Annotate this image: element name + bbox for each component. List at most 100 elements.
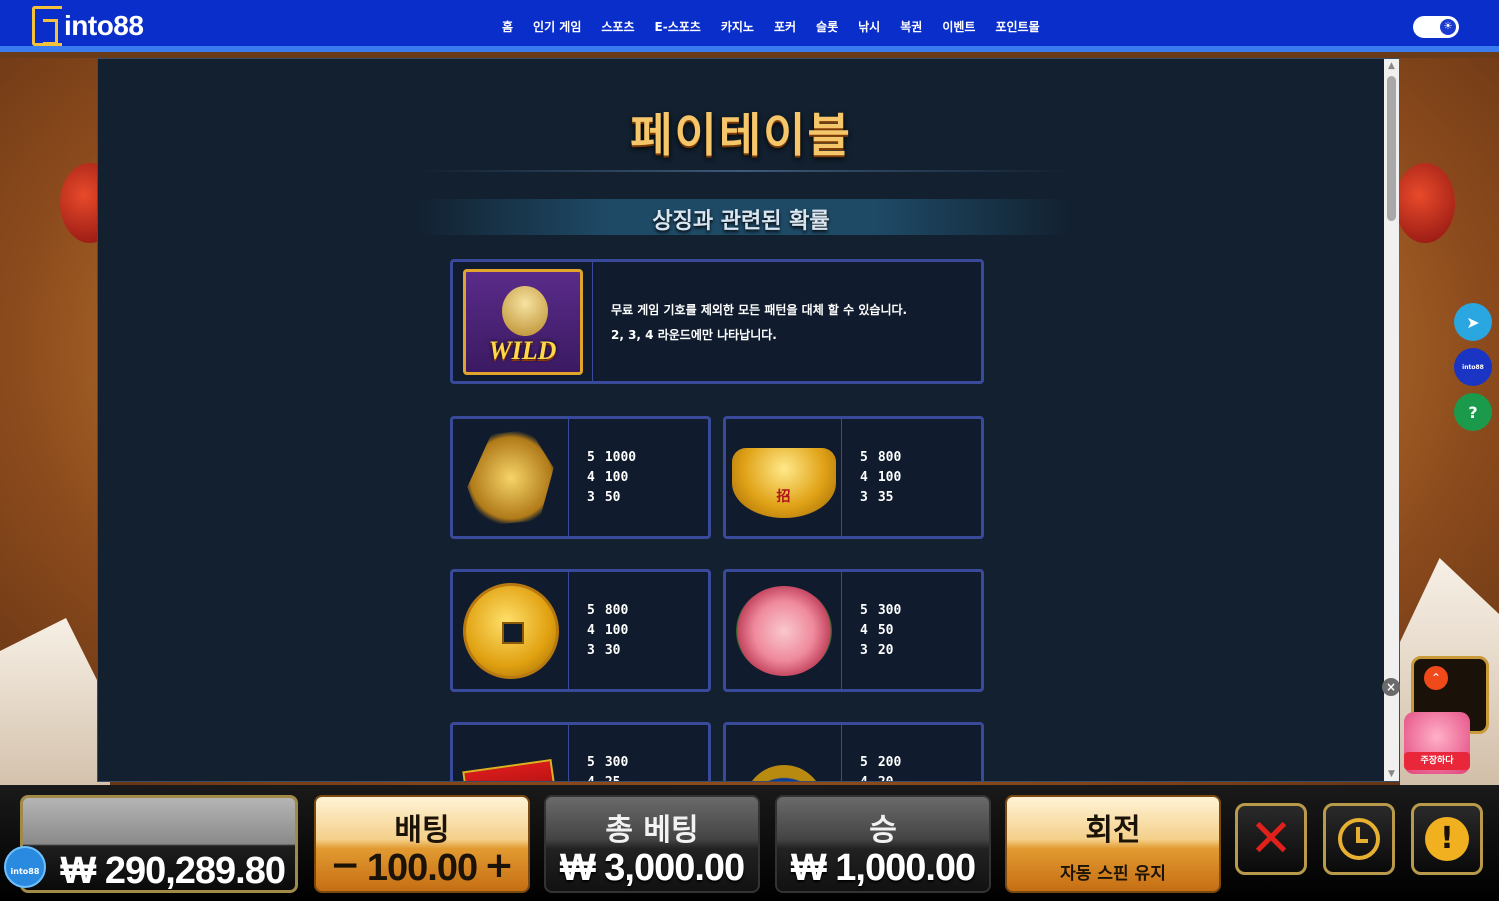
payout-count: 5 <box>860 755 868 770</box>
payout-count: 4 <box>587 775 595 781</box>
payout-row: 5 300 <box>587 755 708 770</box>
wild-symbol-image: WILD <box>453 262 593 381</box>
close-icon: ✕ <box>1249 809 1293 869</box>
telegram-icon[interactable]: ➤ <box>1454 303 1492 341</box>
win-value: ₩ 1,000.00 <box>790 847 976 889</box>
into88-floating-label: into88 <box>10 867 40 876</box>
nav-slots[interactable]: 슬롯 <box>806 18 848 35</box>
payout-count: 5 <box>860 450 868 465</box>
auto-spin-hold-label: 자동 스핀 유지 <box>1060 864 1166 884</box>
wild-icon: WILD <box>462 268 583 375</box>
win-panel: 승 ₩ 1,000.00 <box>775 795 991 893</box>
nav-home[interactable]: 홈 <box>492 18 523 35</box>
section-title: 상징과 관련된 확률 <box>652 209 830 234</box>
claim-gift-label[interactable]: 주장하다 <box>1404 752 1470 770</box>
payout-row: 4 100 <box>587 623 708 638</box>
chat-support-icon[interactable]: ? <box>1454 393 1492 431</box>
main-nav: 홈 인기 게임 스포츠 E-스포츠 카지노 포커 슬롯 낚시 복권 이벤트 포인… <box>492 18 1050 35</box>
symbol-card-peony: 5 300 4 50 3 20 <box>723 569 984 692</box>
scroll-up-arrow-icon[interactable]: ▲ <box>1384 59 1399 73</box>
peony-icon <box>735 585 832 676</box>
payout-row: 4 25 <box>587 775 708 781</box>
wild-description-line: 무료 게임 기호를 제외한 모든 패턴을 대체 할 수 있습니다. <box>611 302 908 317</box>
top-navigation-bar: into88 홈 인기 게임 스포츠 E-스포츠 카지노 포커 슬롯 낚시 복권… <box>0 0 1499 52</box>
payout-value: 20 <box>878 775 894 781</box>
payout-row: 4 50 <box>860 623 981 638</box>
payout-row: 3 30 <box>587 643 708 658</box>
symbol-image <box>453 725 569 781</box>
close-game-button[interactable]: ✕ <box>1235 803 1307 875</box>
symbol-card-gold-coin: 5 800 4 100 3 30 <box>450 569 711 692</box>
payout-count: 4 <box>587 623 595 638</box>
payout-count: 4 <box>860 775 868 781</box>
total-bet-value: ₩ 3,000.00 <box>559 847 745 889</box>
payout-value: 35 <box>877 490 894 505</box>
close-overlay-icon[interactable]: × <box>1382 678 1400 696</box>
symbol-payouts: 5 200 4 20 <box>842 725 981 781</box>
wild-symbol-card: WILD 무료 게임 기호를 제외한 모든 패턴을 대체 할 수 있습니다. 2… <box>450 259 984 384</box>
symbol-image: 招 <box>726 419 842 536</box>
payout-value: 30 <box>604 643 621 658</box>
wild-label: WILD <box>488 335 557 365</box>
payout-count: 3 <box>587 643 595 658</box>
payout-row: 5 800 <box>587 603 708 618</box>
payout-value: 800 <box>877 450 902 465</box>
into88-app-label: into88 <box>1462 363 1484 371</box>
nav-lottery[interactable]: 복권 <box>890 18 932 35</box>
payout-row: 5 300 <box>860 603 981 618</box>
clock-history-icon <box>1338 818 1380 860</box>
scroll-down-arrow-icon[interactable]: ▼ <box>1384 767 1399 781</box>
nav-esports[interactable]: E-스포츠 <box>645 18 711 35</box>
scroll-top-icon[interactable]: ⌃ <box>1424 666 1448 690</box>
gold-ingot-icon: 招 <box>731 447 836 518</box>
total-bet-panel: 총 베팅 ₩ 3,000.00 <box>544 795 760 893</box>
into88-floating-logo[interactable]: into88 <box>4 846 46 888</box>
payout-value: 50 <box>604 490 621 505</box>
info-button[interactable]: ! <box>1411 803 1483 875</box>
total-bet-label: 총 베팅 <box>605 813 699 848</box>
nav-sports[interactable]: 스포츠 <box>591 18 644 35</box>
payout-value: 50 <box>877 623 894 638</box>
symbol-payouts: 5 300 4 25 <box>569 725 708 781</box>
payout-value: 1000 <box>604 450 637 465</box>
lantern-right <box>1395 163 1455 243</box>
payout-value: 300 <box>877 603 902 618</box>
payout-value: 20 <box>877 643 894 658</box>
payout-count: 5 <box>587 603 595 618</box>
nav-popular-games[interactable]: 인기 게임 <box>523 18 591 35</box>
spin-button[interactable]: 회전 자동 스핀 유지 <box>1005 795 1221 893</box>
payout-count: 5 <box>587 755 595 770</box>
payout-count: 5 <box>860 603 868 618</box>
payout-count: 5 <box>587 450 595 465</box>
exclamation-icon: ! <box>1425 817 1469 861</box>
symbol-payouts: 5 300 4 50 3 20 <box>842 572 981 689</box>
payout-count: 4 <box>587 470 595 485</box>
payout-count: 3 <box>860 490 868 505</box>
nav-poker[interactable]: 포커 <box>764 18 806 35</box>
nav-fishing[interactable]: 낚시 <box>848 18 890 35</box>
payout-row: 5 200 <box>860 755 981 770</box>
nav-point-mall[interactable]: 포인트몰 <box>985 18 1049 35</box>
wild-description-line: 2, 3, 4 라운드에만 나타납니다. <box>611 327 777 342</box>
spin-label: 회전 <box>1085 813 1141 848</box>
paytable-title: 페이테이블 <box>630 108 852 162</box>
dragon-icon <box>467 429 554 526</box>
modal-scrollbar[interactable]: ▲ ▼ <box>1384 59 1399 781</box>
nav-casino[interactable]: 카지노 <box>711 18 764 35</box>
site-logo[interactable]: into88 <box>32 6 144 46</box>
logo-text: into88 <box>64 10 144 41</box>
theme-toggle[interactable]: ☀ <box>1413 16 1459 38</box>
payout-row: 3 50 <box>587 490 708 505</box>
history-button[interactable] <box>1323 803 1395 875</box>
symbol-card-letter-a: 5 200 4 20 <box>723 722 984 781</box>
scroll-thumb[interactable] <box>1387 76 1396 221</box>
payout-value: 300 <box>604 755 629 770</box>
payout-value: 200 <box>877 755 902 770</box>
payout-count: 3 <box>587 490 595 505</box>
letter-a-icon <box>743 765 824 781</box>
bet-increase-button[interactable]: + <box>484 845 514 886</box>
sun-icon: ☀ <box>1440 19 1456 35</box>
nav-events[interactable]: 이벤트 <box>932 18 985 35</box>
into88-app-icon[interactable]: into88 <box>1454 348 1492 386</box>
symbol-image <box>726 572 842 689</box>
